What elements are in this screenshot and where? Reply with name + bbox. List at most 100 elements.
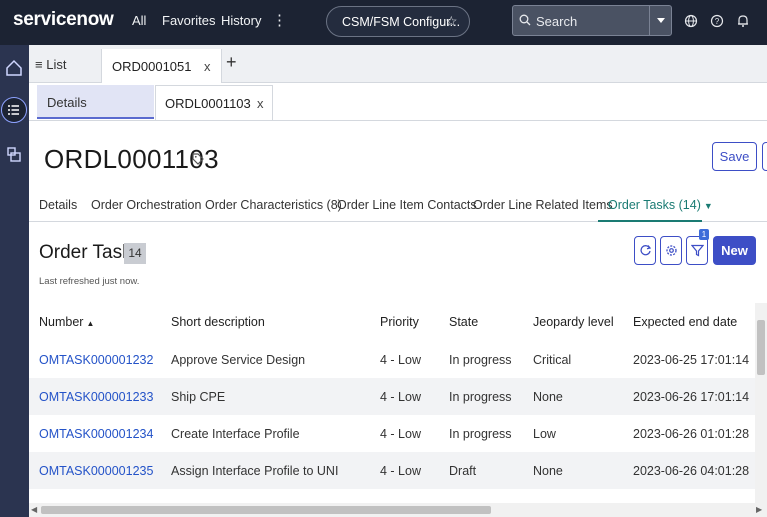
nav-all[interactable]: All xyxy=(132,13,146,28)
short-description-cell: Ship CPE xyxy=(171,390,226,404)
globe-icon[interactable] xyxy=(683,13,699,29)
filter-count-badge: 1 xyxy=(699,229,709,240)
state-cell: In progress xyxy=(449,427,512,441)
record-tab-bar: Details ORDL0001103 x xyxy=(29,83,767,121)
close-icon[interactable]: x xyxy=(257,96,264,111)
search-icon xyxy=(519,14,531,26)
new-button[interactable]: New xyxy=(713,236,756,265)
menu-icon: ≡ xyxy=(35,57,43,72)
gear-icon xyxy=(666,245,677,256)
column-header-jeopardy-level[interactable]: Jeopardy level xyxy=(533,315,614,329)
tab-order-orchestration[interactable]: Order Orchestration xyxy=(91,198,201,212)
nav-favorites[interactable]: Favorites xyxy=(162,13,215,28)
column-header-short-description[interactable]: Short description xyxy=(171,315,265,329)
add-tab-button[interactable]: + xyxy=(226,52,237,73)
nav-history[interactable]: History xyxy=(221,13,261,28)
more-actions-button[interactable] xyxy=(762,142,767,171)
more-vertical-icon[interactable]: ⋮ xyxy=(272,11,287,29)
column-header-label: Number xyxy=(39,315,84,329)
task-number-link[interactable]: OMTASK000001234 xyxy=(39,427,153,441)
table-row[interactable]: OMTASK000001235 Assign Interface Profile… xyxy=(29,452,755,489)
column-header-number[interactable]: Number ▲ xyxy=(39,315,94,329)
settings-button[interactable] xyxy=(660,236,682,265)
scroll-left-icon[interactable]: ◀ xyxy=(31,505,37,514)
expected-end-date-cell: 2023-06-25 17:01:14 xyxy=(633,353,750,367)
tab-details-related[interactable]: Details xyxy=(39,198,77,212)
priority-cell: 4 - Low xyxy=(380,464,421,478)
short-description-cell: Approve Service Design xyxy=(171,353,306,367)
priority-cell: 4 - Low xyxy=(380,427,421,441)
task-number-link[interactable]: OMTASK000001233 xyxy=(39,390,153,404)
caret-down-icon: ▼ xyxy=(703,201,713,211)
tab-order-characteristics[interactable]: Order Characteristics (8) xyxy=(205,198,342,212)
list-icon[interactable] xyxy=(1,97,27,123)
active-tab-indicator xyxy=(598,220,702,222)
top-navigation: servicenow All Favorites History ⋮ CSM/F… xyxy=(0,0,767,45)
tab-details-label: Details xyxy=(47,95,87,110)
jeopardy-level-cell: None xyxy=(533,464,563,478)
column-header-expected-end-date[interactable]: Expected end date xyxy=(633,315,737,329)
workspace-tab-bar: ≡ List ORD0001051 x + xyxy=(29,45,767,83)
expected-end-date-cell: 2023-06-26 04:01:28 xyxy=(633,464,750,478)
state-cell: Draft xyxy=(449,464,477,478)
help-icon[interactable]: ? xyxy=(709,13,725,29)
filter-button[interactable] xyxy=(686,236,708,265)
priority-cell: 4 - Low xyxy=(380,353,421,367)
chevron-down-icon xyxy=(657,18,665,23)
count-badge: 14 xyxy=(124,243,146,264)
table-row[interactable]: OMTASK000001233 Ship CPE 4 - Low In prog… xyxy=(29,378,755,415)
refresh-icon xyxy=(640,245,652,256)
horizontal-scrollbar[interactable]: ◀ ▶ xyxy=(29,503,767,517)
table-row[interactable]: OMTASK000001234 Create Interface Profile… xyxy=(29,415,755,452)
close-icon[interactable]: x xyxy=(204,59,211,74)
servicenow-logo[interactable]: servicenow xyxy=(13,9,114,31)
tab-order-line-related-items[interactable]: Order Line Related Items xyxy=(473,198,613,212)
workspace-pill[interactable]: CSM/FSM Configur... ☆ xyxy=(326,6,470,37)
jeopardy-level-cell: None xyxy=(533,390,563,404)
tab-ord0001051[interactable]: ORD0001051 x xyxy=(101,49,222,83)
search-placeholder: Search xyxy=(536,14,578,29)
tab-order-tasks-label: Order Tasks (14) xyxy=(608,198,701,212)
save-button[interactable]: Save xyxy=(712,142,757,171)
column-header-state[interactable]: State xyxy=(449,315,478,329)
left-rail xyxy=(0,45,29,517)
tag-icon[interactable] xyxy=(192,153,204,165)
column-header-priority[interactable]: Priority xyxy=(380,315,419,329)
bell-icon[interactable] xyxy=(735,13,751,29)
svg-text:?: ? xyxy=(715,17,720,26)
state-cell: In progress xyxy=(449,353,512,367)
filter-icon xyxy=(691,244,704,257)
table-row[interactable]: OMTASK000001232 Approve Service Design 4… xyxy=(29,341,755,378)
task-number-link[interactable]: OMTASK000001235 xyxy=(39,464,153,478)
priority-cell: 4 - Low xyxy=(380,390,421,404)
refresh-status: Last refreshed just now. xyxy=(39,276,140,287)
expected-end-date-cell: 2023-06-26 17:01:14 xyxy=(633,390,750,404)
workspace-pill-label: CSM/FSM Configur... xyxy=(342,15,461,29)
star-icon[interactable]: ☆ xyxy=(445,13,458,30)
related-tabs: Details Order Orchestration Order Charac… xyxy=(29,189,767,222)
jeopardy-level-cell: Critical xyxy=(533,353,572,367)
sort-ascending-icon: ▲ xyxy=(86,319,95,328)
state-cell: In progress xyxy=(449,390,512,404)
tab-order-tasks[interactable]: Order Tasks (14) ▼ xyxy=(608,198,713,212)
table-header: Number ▲ Short description Priority State… xyxy=(29,303,755,341)
tab-list-label: List xyxy=(46,57,67,72)
vertical-scrollbar[interactable] xyxy=(755,303,767,503)
scroll-right-icon[interactable]: ▶ xyxy=(756,505,762,514)
short-description-cell: Assign Interface Profile to UNI xyxy=(171,464,339,478)
workspace-icon[interactable] xyxy=(1,141,27,167)
vertical-scroll-thumb[interactable] xyxy=(757,320,765,375)
search-input[interactable]: Search xyxy=(512,5,672,36)
tab-order-line-item-contacts[interactable]: Order Line Item Contacts xyxy=(337,198,477,212)
tab-ordl0001103[interactable]: ORDL0001103 x xyxy=(155,85,273,120)
refresh-button[interactable] xyxy=(634,236,656,265)
tab-list[interactable]: ≡ List xyxy=(35,57,66,72)
home-icon[interactable] xyxy=(1,55,27,81)
tab-label: ORD0001051 xyxy=(112,59,192,74)
short-description-cell: Create Interface Profile xyxy=(171,427,300,441)
tab-details[interactable]: Details xyxy=(37,85,154,119)
search-scope-dropdown[interactable] xyxy=(649,6,671,35)
tab-label: ORDL0001103 xyxy=(165,96,251,111)
task-number-link[interactable]: OMTASK000001232 xyxy=(39,353,153,367)
horizontal-scroll-thumb[interactable] xyxy=(41,506,491,514)
